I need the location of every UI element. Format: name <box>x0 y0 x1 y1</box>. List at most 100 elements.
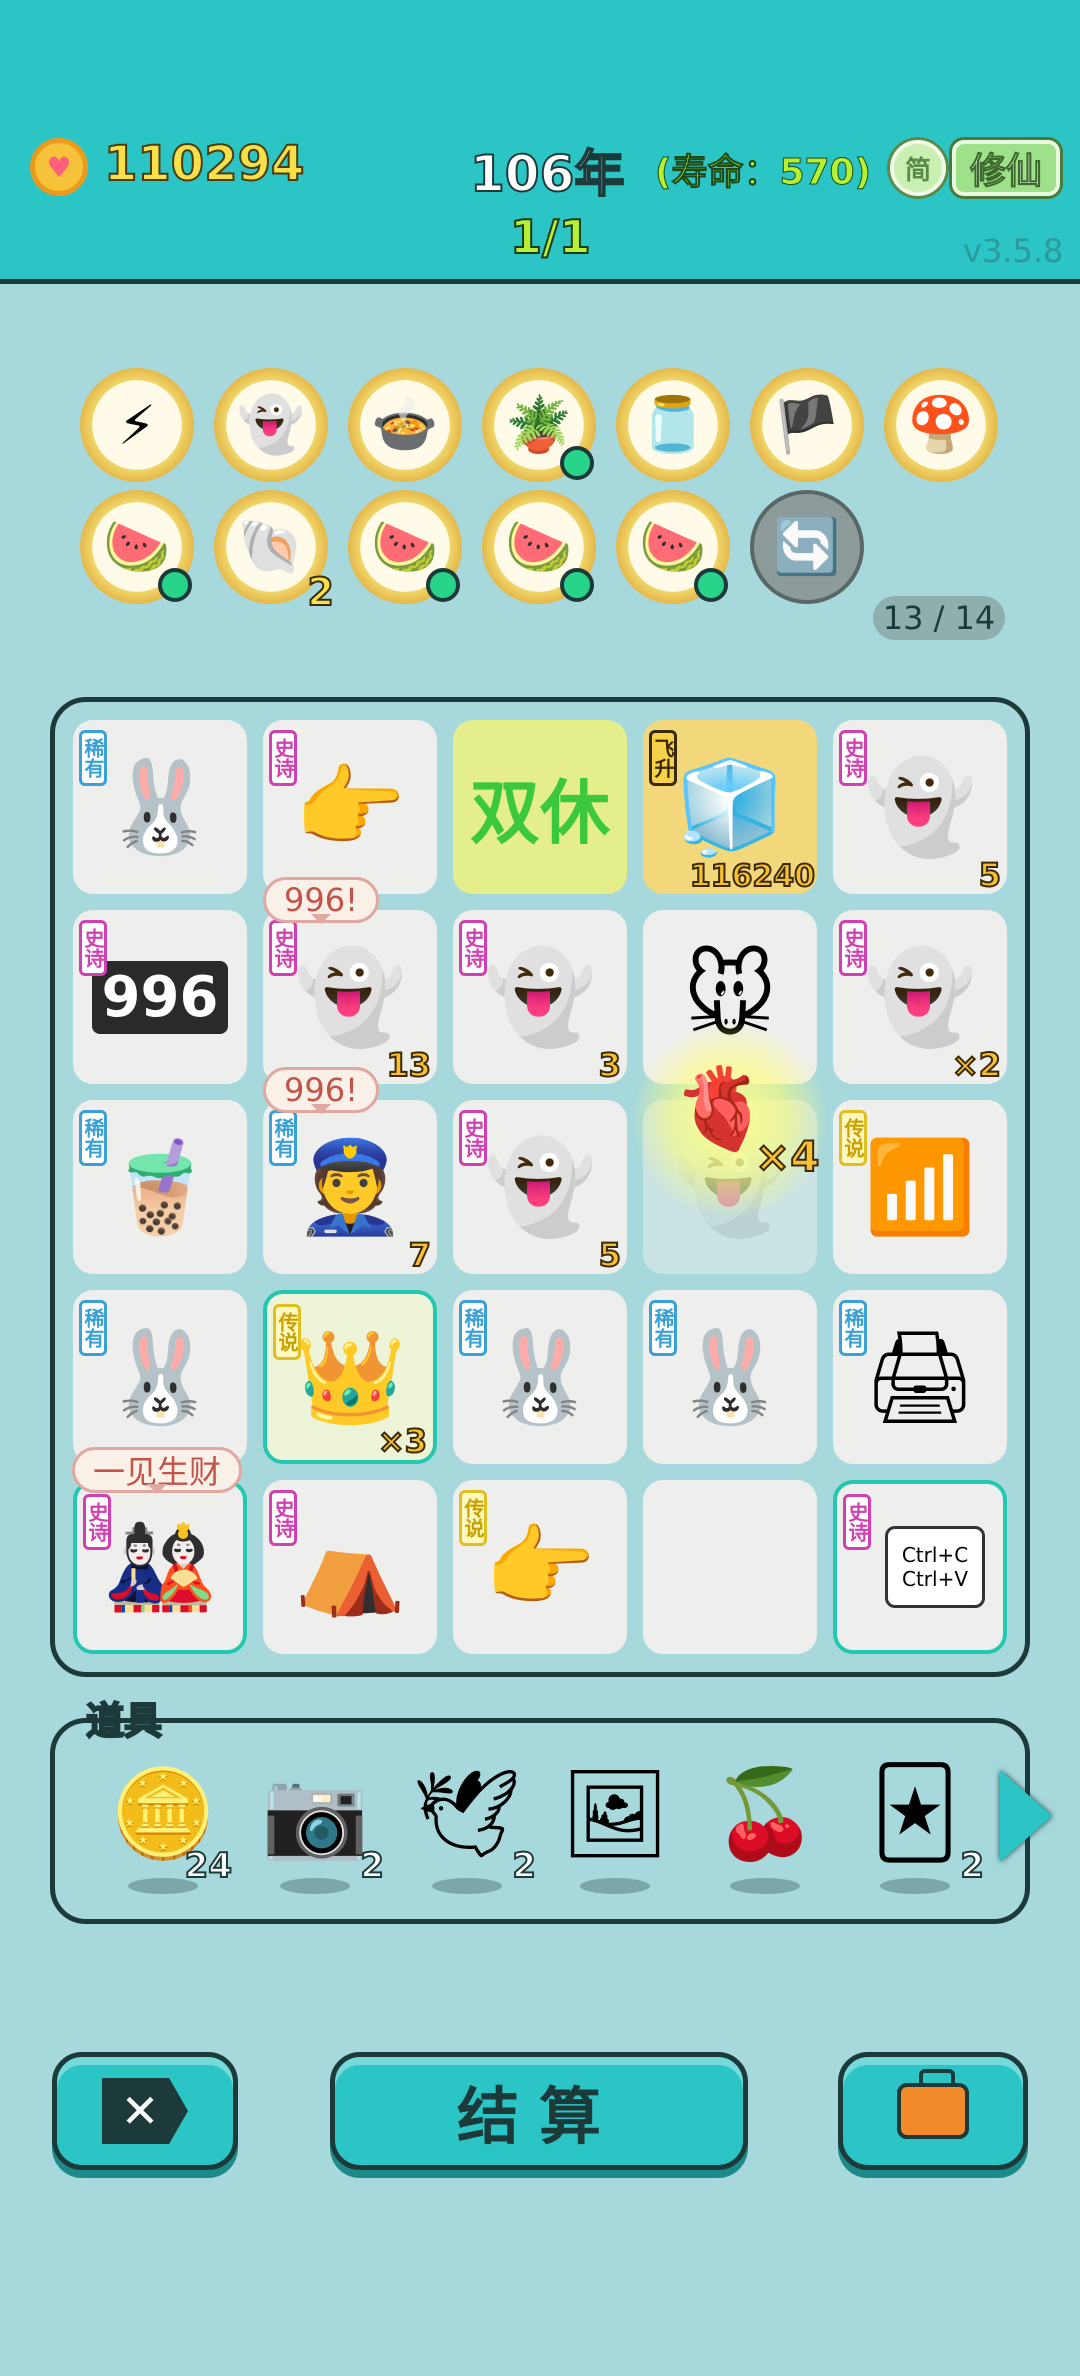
rarity-tag: 飞升 <box>649 730 677 786</box>
rabbit-icon: 🐰 <box>673 1324 787 1430</box>
rarity-tag: 传说 <box>839 1110 867 1166</box>
board-cell[interactable]: 稀有 🐰 <box>73 720 247 894</box>
cell-count: ×2 <box>951 1045 1002 1085</box>
rarity-tag: 史诗 <box>83 1494 111 1550</box>
fridge-6g-icon: 🧊 <box>673 754 787 860</box>
bubble-tea-icon: 🧋 <box>103 1134 217 1240</box>
frame-icon[interactable]: 🖼 <box>560 1758 670 1868</box>
heart-coin-icon: ♥ <box>30 138 88 196</box>
board-cell[interactable]: 史诗 👉 <box>263 720 437 894</box>
board-cell[interactable]: 史诗 👻 3 <box>453 910 627 1085</box>
cell-count: 13 <box>385 1045 432 1085</box>
exit-button[interactable]: ✕ <box>52 2052 238 2170</box>
pigeon-icon[interactable]: 🕊 2 <box>412 1758 537 1888</box>
lychee-icon[interactable]: 🍒 <box>710 1758 820 1868</box>
board-cell[interactable]: 传说 👑 ×3 <box>263 1290 437 1464</box>
settle-button[interactable]: 结算 <box>330 2052 748 2170</box>
board-cell[interactable]: 史诗 996 <box>73 910 247 1084</box>
item-count: 24 <box>184 1845 233 1887</box>
ghost-icon: 👻 <box>293 944 407 1050</box>
board-cell[interactable]: 双休 <box>453 720 627 894</box>
board-cell[interactable]: 稀有 🐰 <box>73 1290 247 1464</box>
rarity-tag: 史诗 <box>269 1490 297 1546</box>
board-cell[interactable]: 稀有 🐰 <box>643 1290 817 1464</box>
king-fridge-icon: 👑 <box>293 1324 407 1430</box>
lifespan-label: (寿命：570) <box>654 152 872 194</box>
active-dot <box>560 446 594 480</box>
ghost-icon: 👻 <box>483 1134 597 1240</box>
ghost-icon: 👻 <box>863 754 977 860</box>
rarity-tag: 稀有 <box>649 1300 677 1356</box>
board-cell[interactable]: 稀有 🐰 <box>453 1290 627 1464</box>
refresh-icon[interactable]: 🔄 <box>750 490 864 604</box>
board-cell[interactable]: 稀有 🖨 <box>833 1290 1007 1464</box>
board-cell[interactable]: 传说 📶 <box>833 1100 1007 1274</box>
year-label: 106年 <box>469 144 625 204</box>
rarity-tag: 稀有 <box>269 1110 297 1166</box>
flower-pot-icon[interactable]: 🪴 <box>482 368 596 482</box>
rarity-tag: 史诗 <box>459 920 487 976</box>
shell-icon[interactable]: 🐚 2 <box>214 490 335 615</box>
top-bar: ♥ 110294 106年 (寿命：570) 1/1 简 修仙 v3.5.8 <box>0 0 1080 284</box>
ghost-icon: 👻 <box>483 944 597 1050</box>
rabbit-icon: 🐰 <box>103 754 217 860</box>
rarity-tag: 传说 <box>273 1304 301 1360</box>
rarity-tag: 史诗 <box>459 1110 487 1166</box>
dollar-coin-icon[interactable]: 🪙 24 <box>108 1758 233 1888</box>
item-shadow <box>128 1878 198 1894</box>
board-cell[interactable]: 史诗 Ctrl+C Ctrl+V <box>833 1480 1007 1654</box>
speech-bubble: 996! <box>263 877 379 924</box>
speech-bubble: 996! <box>263 1067 379 1114</box>
close-icon: ✕ <box>102 2078 188 2144</box>
board-cell[interactable]: 稀有 🧋 <box>73 1100 247 1274</box>
board-cell-empty[interactable] <box>643 1480 817 1654</box>
ctrl-cv-icon: Ctrl+C Ctrl+V <box>885 1526 985 1608</box>
ghost-icon[interactable]: 👻 <box>214 368 328 482</box>
board-cell[interactable]: 飞升 🧊 116240 <box>643 720 817 895</box>
camera-icon[interactable]: 📷 2 <box>260 1758 385 1888</box>
wifi-icon: 📶 <box>863 1134 977 1240</box>
rabbit-icon: 🐰 <box>483 1324 597 1430</box>
rarity-tag: 稀有 <box>79 1300 107 1356</box>
double-rest-icon: 双休 <box>470 771 610 854</box>
mushroom-cloud-icon[interactable]: 🍄 <box>884 368 998 482</box>
fruit-platter-icon[interactable]: 🍉 <box>80 490 194 604</box>
rarity-tag: 史诗 <box>839 920 867 976</box>
fruit-platter-icon[interactable]: 🍉 <box>616 490 730 604</box>
board-cell[interactable]: 史诗 👻 5 <box>833 720 1007 895</box>
briefcase-icon <box>897 2069 969 2139</box>
eye-patch-icon[interactable]: 🏴 <box>750 368 864 482</box>
police-icon: 👮 <box>293 1134 407 1240</box>
next-arrow-icon[interactable] <box>1000 1770 1052 1862</box>
board-cell[interactable]: 稀有 👮 7 <box>263 1100 437 1275</box>
board-cell[interactable]: 史诗 👻 5 <box>453 1100 627 1275</box>
relic-count: 2 <box>307 569 335 615</box>
rarity-tag: 史诗 <box>839 730 867 786</box>
item-shadow <box>730 1878 800 1894</box>
stage-progress: 1/1 <box>509 209 592 265</box>
rarity-tag: 史诗 <box>79 920 107 976</box>
board-cell[interactable]: 史诗 👻 ×2 <box>833 910 1007 1085</box>
cell-count: 3 <box>598 1045 622 1085</box>
fruit-platter-icon[interactable]: 🍉 <box>482 490 596 604</box>
cultivate-button[interactable]: 修仙 <box>952 140 1060 196</box>
item-count: 2 <box>511 1845 537 1887</box>
board-cell[interactable]: 史诗 🎎 <box>73 1480 247 1654</box>
items-title: 道具 <box>85 1698 163 1744</box>
fruit-platter-icon[interactable]: 🍉 <box>348 490 462 604</box>
rare-cards-icon[interactable]: 🃏 2 <box>860 1758 985 1887</box>
version-label: v3.5.8 <box>963 232 1064 270</box>
board-cell[interactable]: 史诗 👻 13 <box>263 910 437 1085</box>
ghost-icon: 👻 <box>863 944 977 1050</box>
language-button[interactable]: 简 <box>890 140 946 196</box>
lightning-icon[interactable]: ⚡ <box>80 368 194 482</box>
board-cell[interactable]: 史诗 ⛺ <box>263 1480 437 1654</box>
jar-icon[interactable]: 🫙 <box>616 368 730 482</box>
relic-counter: 13 / 14 <box>873 596 1005 640</box>
board-cell[interactable]: 传说 👉 <box>453 1480 627 1654</box>
rarity-tag: 稀有 <box>79 1110 107 1166</box>
bag-button[interactable] <box>838 2052 1028 2170</box>
pot-duck-icon[interactable]: 🍲 <box>348 368 462 482</box>
slot-board: 稀有 🐰 史诗 👉 双休 飞升 🧊 116240 史诗 👻 5 史诗 996 史诗 👻 13 史诗… <box>50 697 1030 1677</box>
yellow-hand-icon: 👉 <box>483 1514 597 1620</box>
